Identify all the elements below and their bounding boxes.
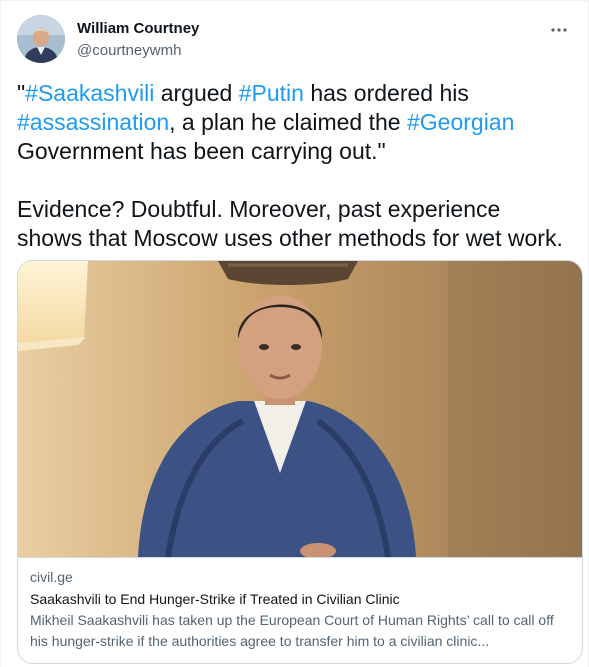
- card-title: Saakashvili to End Hunger-Strike if Trea…: [30, 591, 400, 607]
- avatar-photo-icon: [17, 15, 65, 63]
- hashtag-putin[interactable]: #Putin: [239, 80, 304, 106]
- hashtag-georgian[interactable]: #Georgian: [407, 109, 514, 135]
- author-name[interactable]: William Courtney: [77, 19, 199, 39]
- tweet-fragment: , a plan he claimed the: [169, 109, 407, 135]
- more-button[interactable]: [548, 19, 570, 41]
- author-handle[interactable]: @courtneywmh: [77, 41, 199, 61]
- hashtag-saakashvili[interactable]: #Saakashvili: [25, 80, 154, 106]
- link-card[interactable]: civil.ge Saakashvili to End Hunger-Strik…: [17, 260, 583, 664]
- tweet-header: William Courtney @courtneywmh: [17, 15, 572, 65]
- card-description: Mikheil Saakashvili has taken up the Eur…: [30, 612, 554, 649]
- tweet-fragment: has ordered his: [303, 80, 469, 106]
- hashtag-assassination[interactable]: #assassination: [17, 109, 169, 135]
- tweet-fragment: argued: [154, 80, 239, 106]
- tweet-line: Evidence? Doubtful. Moreover, past exper…: [17, 196, 501, 222]
- quote-mark: ": [17, 80, 26, 106]
- tweet-line: #assassination, a plan he claimed the #G…: [17, 108, 577, 137]
- card-domain: civil.ge: [30, 569, 73, 585]
- more-dots-icon: [551, 28, 567, 32]
- tweet-text: "#Saakashvili argued #Putin has ordered …: [17, 79, 577, 253]
- card-info[interactable]: civil.ge Saakashvili to End Hunger-Strik…: [18, 557, 582, 663]
- tweet-line: "#Saakashvili argued #Putin has ordered …: [17, 79, 577, 108]
- video-still-image: [18, 261, 582, 557]
- card-image[interactable]: [18, 261, 582, 557]
- tweet: William Courtney @courtneywmh "#Saakashv…: [0, 0, 589, 667]
- avatar[interactable]: [17, 15, 65, 63]
- tweet-line: Government has been carrying out.": [17, 138, 386, 164]
- tweet-line: shows that Moscow uses other methods for…: [17, 225, 563, 251]
